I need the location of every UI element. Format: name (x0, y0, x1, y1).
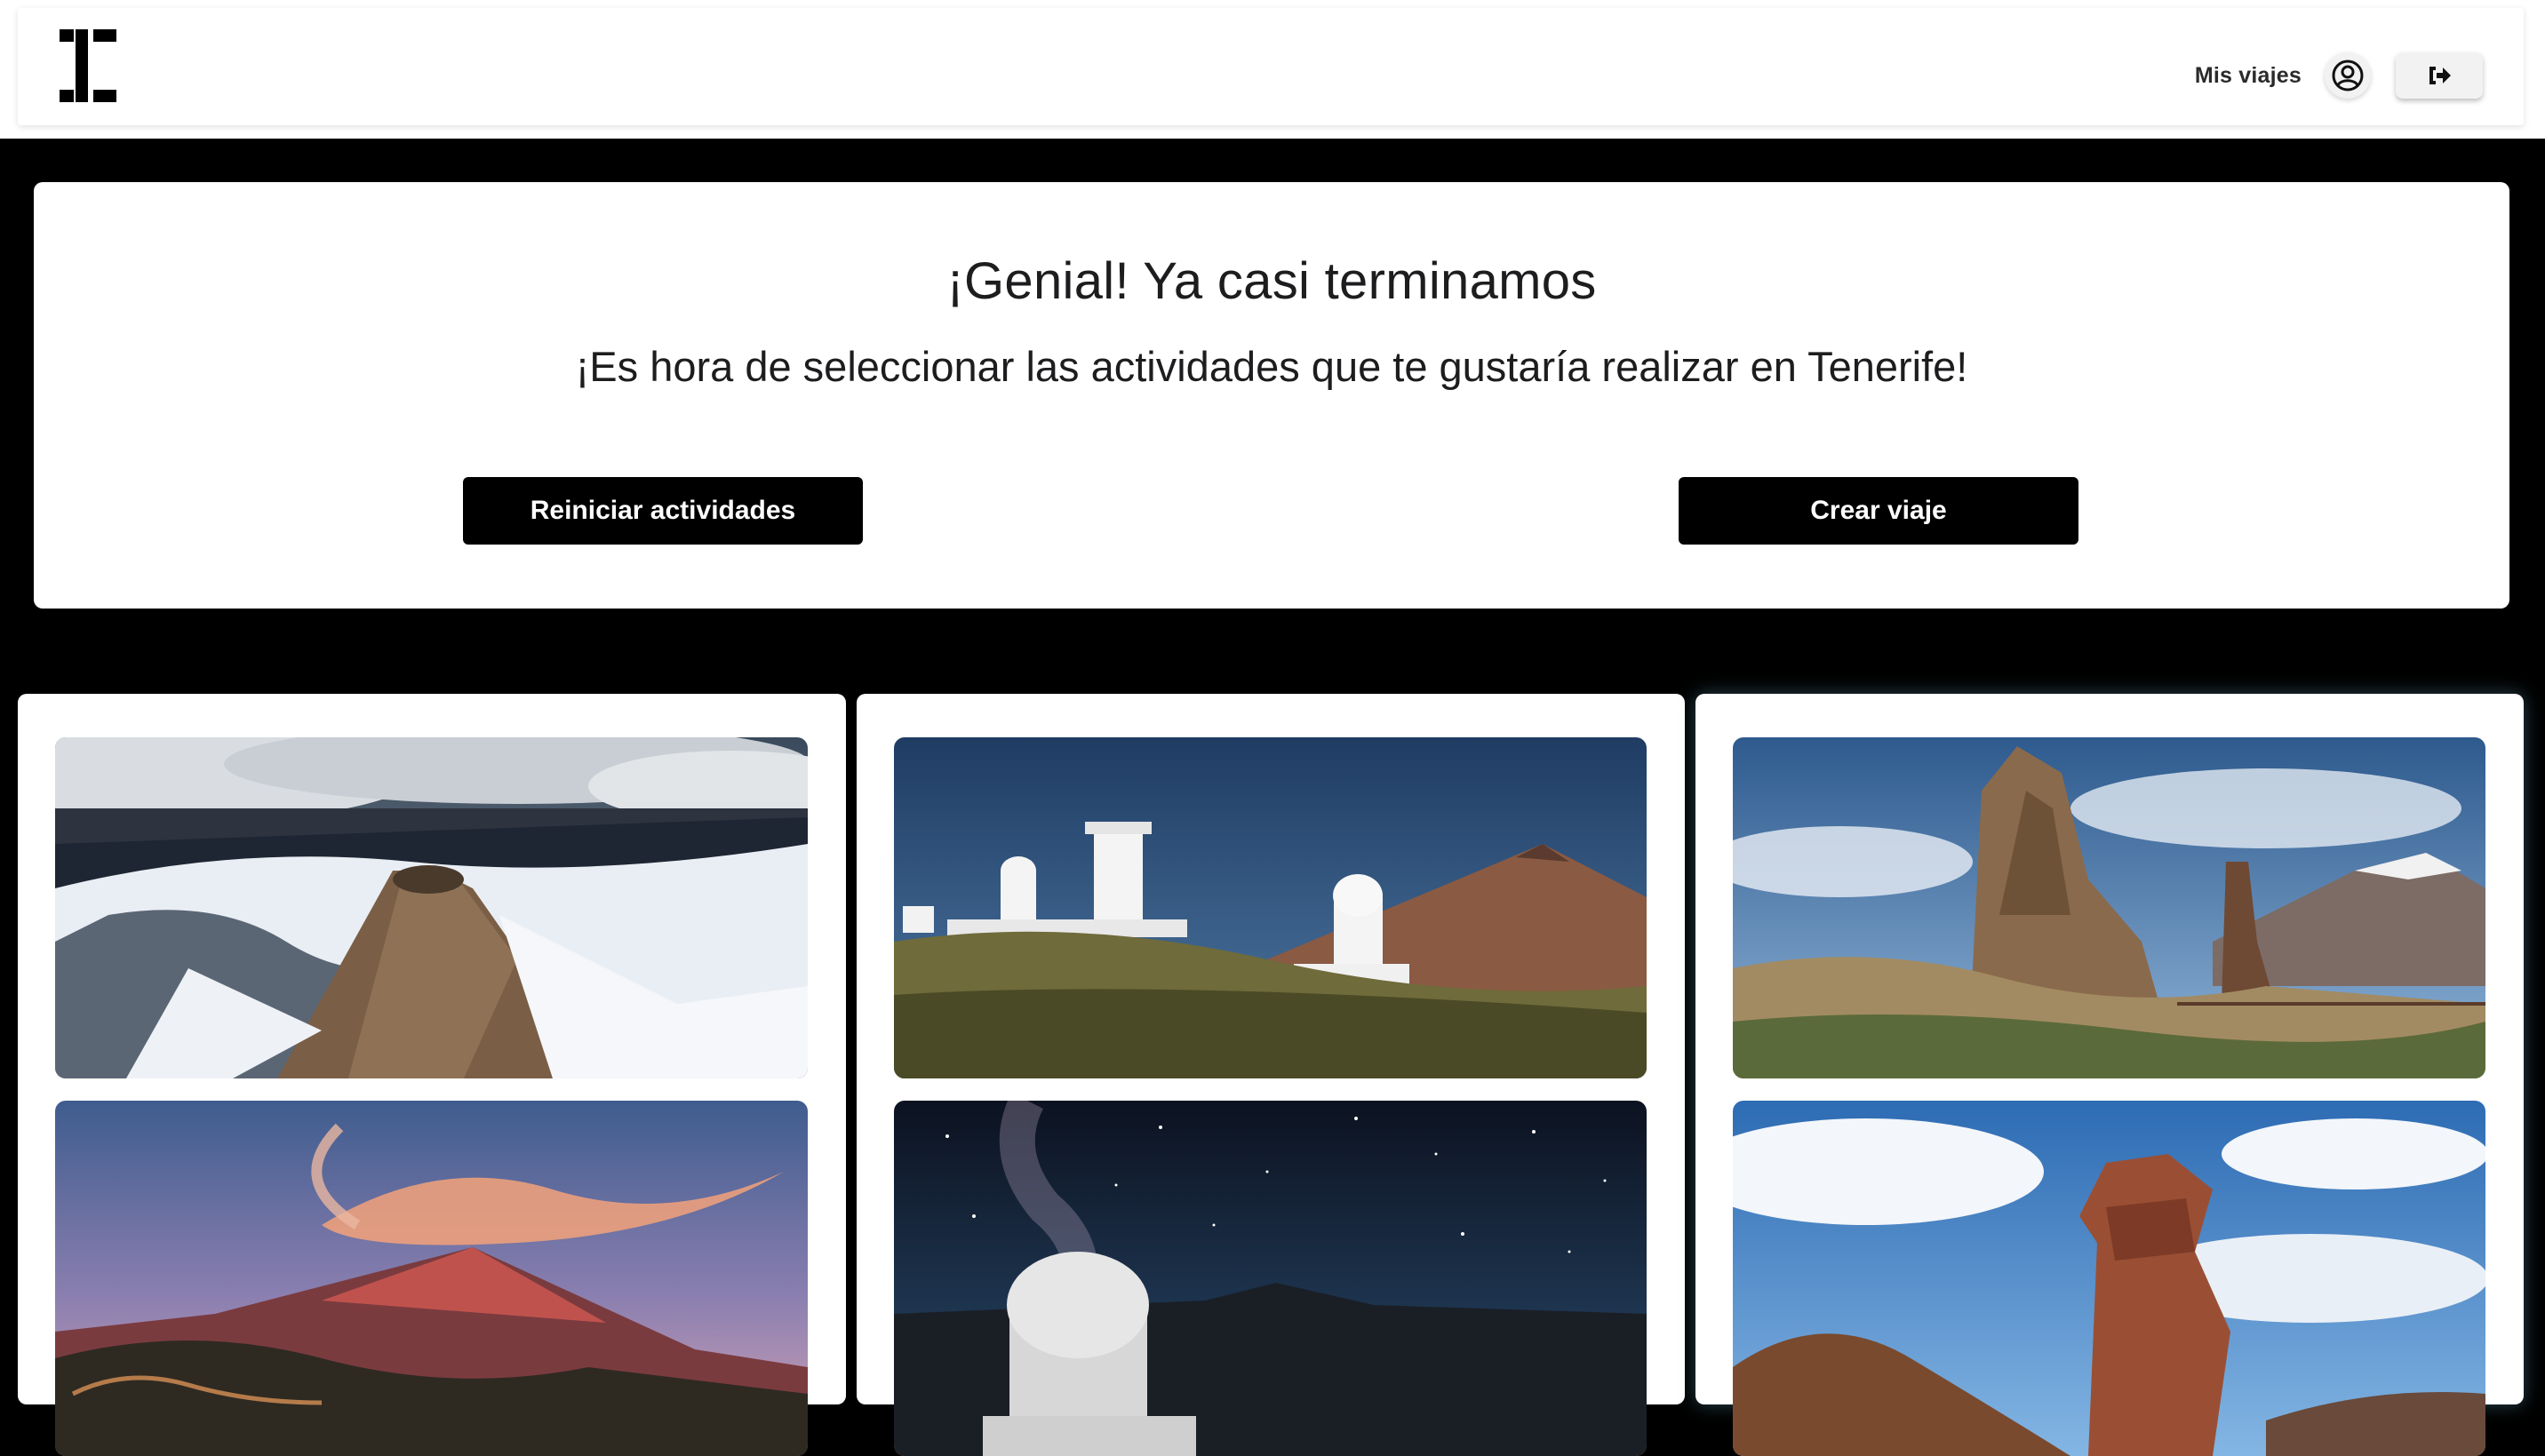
top-navbar: Mis viajes (18, 8, 2524, 125)
roque-cinchado-image[interactable] (1733, 1101, 2485, 1456)
observatory-night-sky-image[interactable] (894, 1101, 1647, 1456)
my-trips-link[interactable]: Mis viajes (2195, 63, 2302, 89)
user-profile-button[interactable] (2325, 52, 2371, 99)
user-circle-icon (2332, 60, 2364, 91)
create-trip-button[interactable]: Crear viaje (1679, 477, 2078, 545)
logout-icon (2429, 67, 2451, 84)
teide-sunset-image[interactable] (55, 1101, 808, 1456)
teide-crater-snow-image[interactable] (55, 737, 808, 1078)
header-actions: Mis viajes (2195, 49, 2483, 102)
activity-column-3 (1695, 694, 2524, 1456)
hero-card: ¡Genial! Ya casi terminamos ¡Es hora de … (34, 182, 2509, 609)
page-title: ¡Genial! Ya casi terminamos (946, 252, 1597, 310)
activity-column-1 (18, 694, 846, 1456)
logout-button[interactable] (2396, 52, 2483, 99)
reset-activities-button[interactable]: Reiniciar actividades (463, 477, 863, 545)
page-subtitle: ¡Es hora de seleccionar las actividades … (575, 343, 1968, 390)
roques-de-garcia-image[interactable] (1733, 737, 2485, 1078)
activity-column-2 (857, 694, 1685, 1456)
teide-observatory-day-image[interactable] (894, 737, 1647, 1078)
app-logo-icon[interactable] (60, 29, 116, 102)
